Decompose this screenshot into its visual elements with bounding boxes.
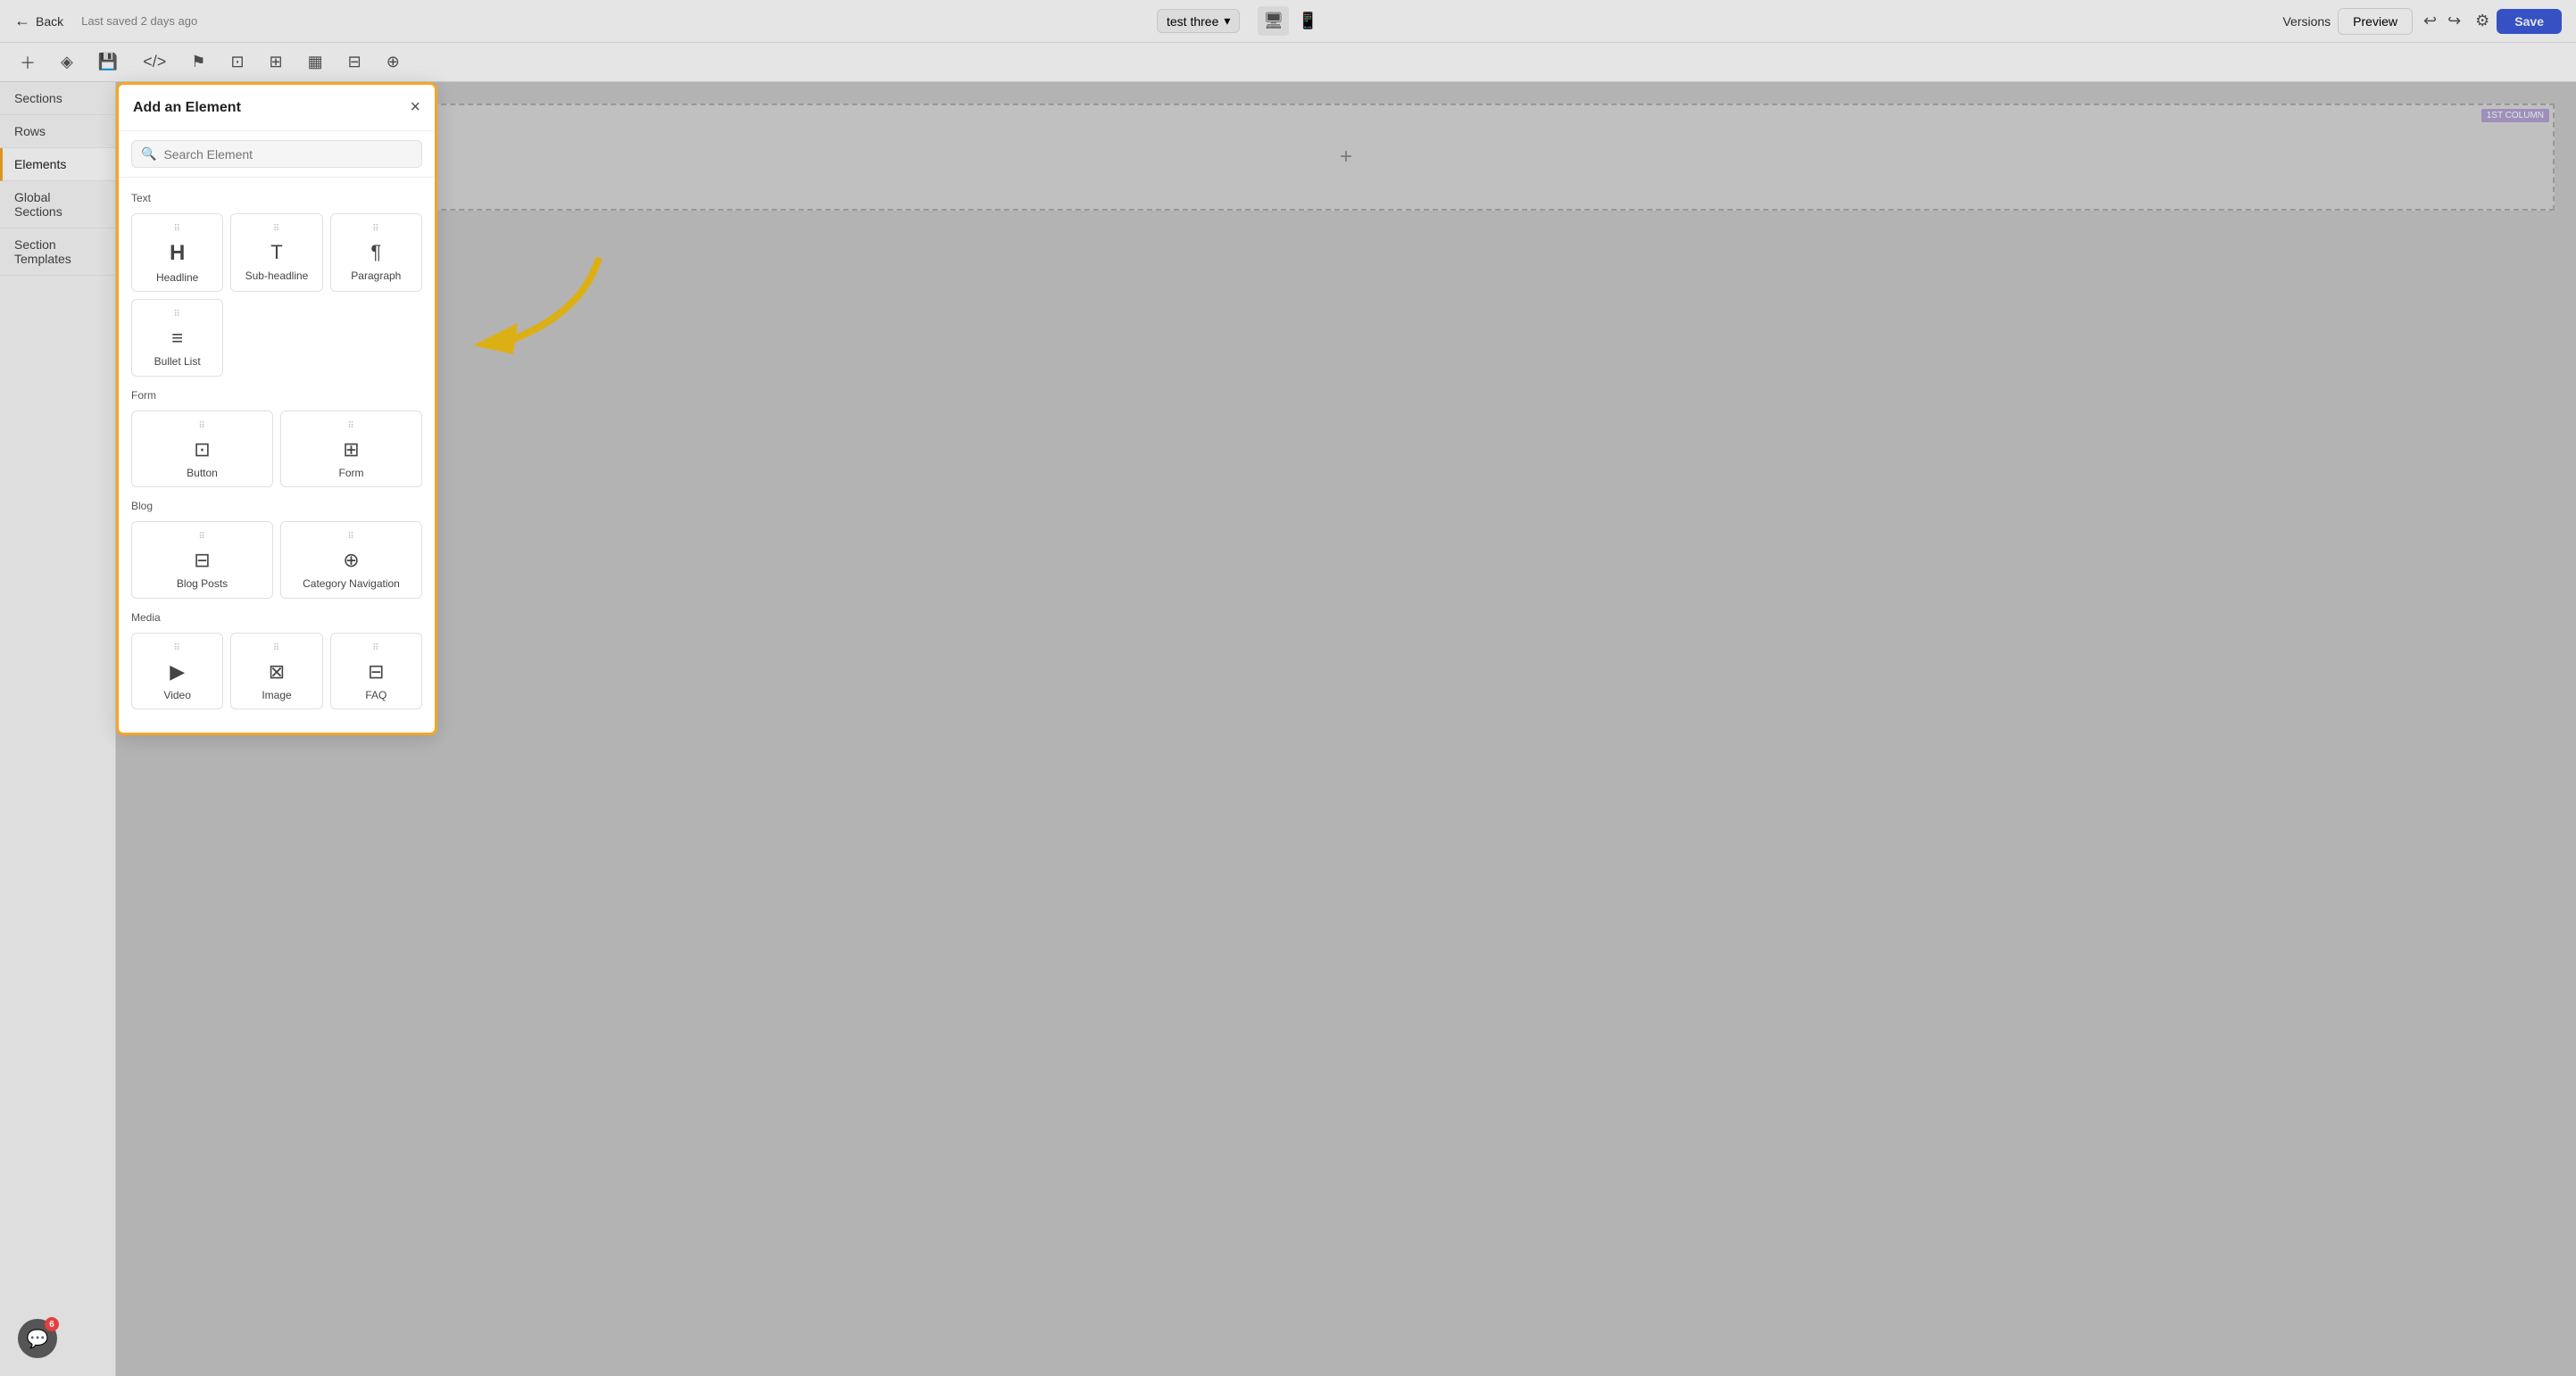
category-text-label: Text <box>131 192 422 204</box>
blog-elements-grid: ⠿ ⊟ Blog Posts ⠿ ⊕ Category Navigation <box>131 521 422 598</box>
button-label: Button <box>187 467 218 479</box>
modal-overlay: Add an Element × 🔍 Text ⠿ H Headline ⠿ T <box>0 0 2576 1376</box>
paragraph-label: Paragraph <box>351 269 401 282</box>
faq-label: FAQ <box>365 689 386 701</box>
video-label: Video <box>163 689 190 701</box>
bullet-list-label: Bullet List <box>154 355 201 368</box>
chat-icon: 💬 <box>27 1328 49 1350</box>
sub-headline-label: Sub-headline <box>245 269 309 282</box>
modal-body: Text ⠿ H Headline ⠿ T Sub-headline ⠿ ¶ P… <box>119 178 435 733</box>
chat-bubble[interactable]: 💬 6 <box>18 1319 57 1358</box>
element-card-paragraph[interactable]: ⠿ ¶ Paragraph <box>330 213 422 292</box>
drag-dots: ⠿ <box>372 644 379 653</box>
drag-dots: ⠿ <box>174 311 181 319</box>
element-card-blog-posts[interactable]: ⠿ ⊟ Blog Posts <box>131 521 273 598</box>
headline-icon: H <box>170 241 185 266</box>
category-media-label: Media <box>131 611 422 624</box>
drag-dots: ⠿ <box>174 225 181 234</box>
element-card-sub-headline[interactable]: ⠿ T Sub-headline <box>230 213 322 292</box>
element-card-faq[interactable]: ⠿ ⊟ FAQ <box>330 633 422 709</box>
blog-posts-icon: ⊟ <box>194 549 210 572</box>
drag-dots: ⠿ <box>273 225 280 234</box>
drag-dots: ⠿ <box>273 644 280 653</box>
image-icon: ⊠ <box>269 660 285 684</box>
category-form-label: Form <box>131 389 422 402</box>
headline-label: Headline <box>156 271 198 284</box>
modal-search: 🔍 <box>119 131 435 178</box>
media-elements-grid: ⠿ ▶ Video ⠿ ⊠ Image ⠿ ⊟ FAQ <box>131 633 422 709</box>
element-card-category-navigation[interactable]: ⠿ ⊕ Category Navigation <box>280 521 422 598</box>
drag-dots: ⠿ <box>372 225 379 234</box>
image-label: Image <box>262 689 291 701</box>
modal-header: Add an Element × <box>119 85 435 131</box>
drag-dots: ⠿ <box>198 533 205 542</box>
drag-dots: ⠿ <box>198 422 205 431</box>
add-element-modal: Add an Element × 🔍 Text ⠿ H Headline ⠿ T <box>116 82 437 735</box>
element-card-headline[interactable]: ⠿ H Headline <box>131 213 223 292</box>
drag-dots: ⠿ <box>347 533 354 542</box>
category-blog-label: Blog <box>131 500 422 512</box>
element-card-form[interactable]: ⠿ ⊞ Form <box>280 410 422 487</box>
element-card-video[interactable]: ⠿ ▶ Video <box>131 633 223 709</box>
modal-close-button[interactable]: × <box>410 97 420 118</box>
chat-badge: 6 <box>45 1317 59 1331</box>
button-icon: ⊡ <box>194 438 210 461</box>
search-icon: 🔍 <box>141 146 156 162</box>
modal-title: Add an Element <box>133 100 241 116</box>
video-icon: ▶ <box>170 660 185 684</box>
form-elements-grid: ⠿ ⊡ Button ⠿ ⊞ Form <box>131 410 422 487</box>
search-input[interactable] <box>163 147 412 162</box>
blog-posts-label: Blog Posts <box>177 577 228 590</box>
category-navigation-icon: ⊕ <box>343 549 359 572</box>
element-card-button[interactable]: ⠿ ⊡ Button <box>131 410 273 487</box>
sub-headline-icon: T <box>270 241 282 264</box>
element-card-bullet-list[interactable]: ⠿ ≡ Bullet List <box>131 299 223 376</box>
paragraph-icon: ¶ <box>370 241 381 264</box>
search-input-wrap: 🔍 <box>131 140 422 168</box>
form-icon: ⊞ <box>343 438 359 461</box>
bullet-list-icon: ≡ <box>171 327 183 350</box>
faq-icon: ⊟ <box>368 660 384 684</box>
drag-dots: ⠿ <box>174 644 181 653</box>
text-elements-grid: ⠿ H Headline ⠿ T Sub-headline ⠿ ¶ Paragr… <box>131 213 422 377</box>
drag-dots: ⠿ <box>347 422 354 431</box>
form-element-label: Form <box>339 467 364 479</box>
category-navigation-label: Category Navigation <box>303 577 400 590</box>
element-card-image[interactable]: ⠿ ⊠ Image <box>230 633 322 709</box>
